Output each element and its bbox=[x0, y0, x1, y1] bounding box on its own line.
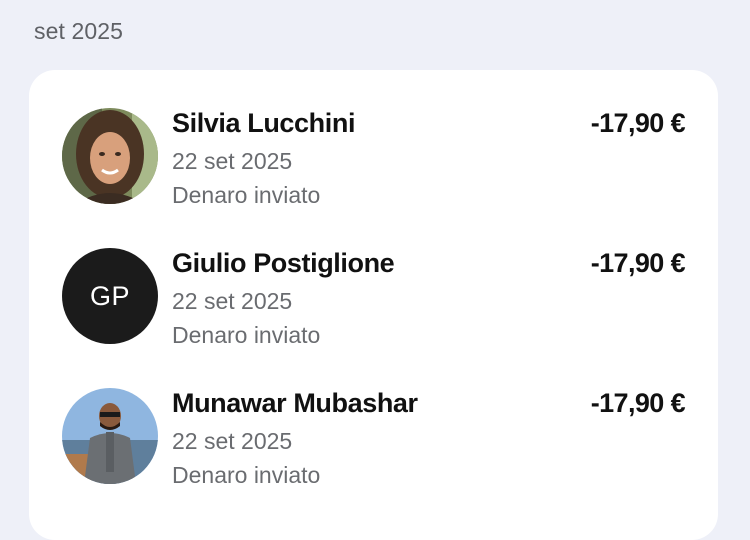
transaction-amount: -17,90 € bbox=[590, 388, 686, 418]
transaction-amount: -17,90 € bbox=[590, 108, 686, 138]
transaction-status: Denaro inviato bbox=[172, 462, 321, 488]
avatar-photo-man bbox=[62, 388, 158, 484]
avatar: GP bbox=[62, 248, 158, 344]
transaction-date: 22 set 2025 bbox=[172, 288, 293, 314]
avatar bbox=[62, 388, 158, 484]
avatar bbox=[62, 108, 158, 204]
contact-name: Munawar Mubashar bbox=[172, 388, 418, 418]
avatar-initials: GP bbox=[89, 280, 130, 311]
transaction-status: Denaro inviato bbox=[172, 322, 321, 348]
transaction-amount: -17,90 € bbox=[590, 248, 686, 278]
transaction-date: 22 set 2025 bbox=[172, 428, 293, 454]
transaction-date: 22 set 2025 bbox=[172, 148, 293, 174]
month-section-header: set 2025 bbox=[34, 18, 124, 44]
transaction-row[interactable]: Munawar Mubashar -17,90 € 22 set 2025 De… bbox=[29, 388, 718, 498]
contact-name: Giulio Postiglione bbox=[172, 248, 395, 278]
transactions-card: Silvia Lucchini -17,90 € 22 set 2025 Den… bbox=[29, 70, 718, 540]
transaction-row[interactable]: GP Giulio Postiglione -17,90 € 22 set 20… bbox=[29, 248, 718, 358]
transaction-row[interactable]: Silvia Lucchini -17,90 € 22 set 2025 Den… bbox=[29, 108, 718, 218]
avatar-photo-woman bbox=[62, 108, 158, 204]
contact-name: Silvia Lucchini bbox=[172, 108, 356, 138]
transaction-status: Denaro inviato bbox=[172, 182, 321, 208]
